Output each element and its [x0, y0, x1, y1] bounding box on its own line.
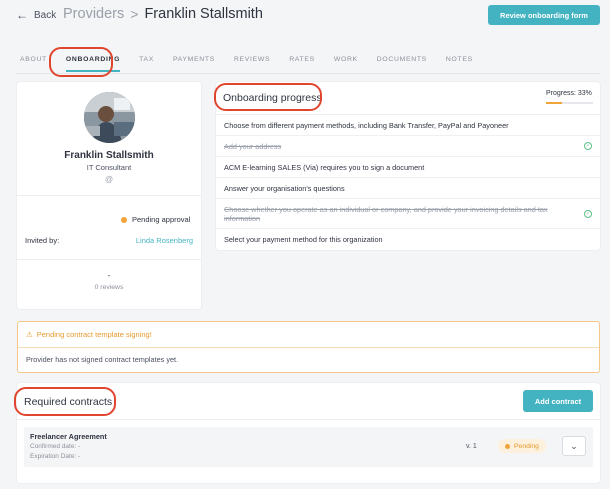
check-icon: ✓: [584, 209, 592, 218]
list-item[interactable]: Answer your organisation's questions: [216, 177, 600, 198]
contract-expiration-date: Expiration Date: -: [30, 453, 81, 460]
email-at-icon[interactable]: @: [17, 175, 201, 184]
tab-notes[interactable]: NOTES: [446, 52, 473, 74]
rating-value: -: [107, 271, 111, 280]
add-contract-button[interactable]: Add contract: [523, 390, 593, 412]
contract-status-badge: Pending: [498, 439, 546, 453]
divider: [17, 195, 201, 196]
tab-rates[interactable]: RATES: [289, 52, 315, 74]
page-title: Franklin Stallsmith: [144, 6, 263, 22]
tab-about[interactable]: ABOUT: [20, 52, 47, 74]
onboarding-title: Onboarding progress: [223, 92, 322, 104]
contract-row[interactable]: Freelancer Agreement Confirmed date: - E…: [24, 427, 593, 467]
invited-by-link[interactable]: Linda Rosenberg: [136, 236, 193, 245]
list-item[interactable]: ACM E-learning SALES (Via) requires you …: [216, 156, 600, 177]
contract-confirmed-date: Confirmed date: -: [30, 443, 81, 450]
avatar-photo-icon: [84, 92, 135, 143]
alert-body: Provider has not signed contract templat…: [26, 355, 179, 364]
list-item[interactable]: Choose from different payment methods, i…: [216, 114, 600, 135]
warning-icon: ⚠: [26, 330, 33, 339]
tab-bar: ABOUT ONBOARDING TAX PAYMENTS REVIEWS RA…: [20, 52, 492, 74]
tabs-divider: [16, 73, 600, 74]
divider: [18, 347, 599, 348]
list-item-text: Choose whether you operate as an individ…: [224, 204, 548, 223]
list-item-text: ACM E-learning SALES (Via) requires you …: [224, 162, 425, 172]
tab-payments[interactable]: PAYMENTS: [173, 52, 215, 74]
onboarding-list: Choose from different payment methods, i…: [216, 114, 600, 250]
list-item[interactable]: Select your payment method for this orga…: [216, 228, 600, 250]
check-icon: ✓: [584, 142, 592, 150]
list-item[interactable]: Choose whether you operate as an individ…: [216, 198, 600, 228]
contract-name: Freelancer Agreement: [30, 432, 107, 441]
top-bar: ← Back Providers > Franklin Stallsmith R…: [0, 0, 610, 38]
list-item-text: Add your address: [224, 141, 282, 151]
breadcrumb: Providers > Franklin Stallsmith: [63, 6, 263, 22]
list-item-text: Answer your organisation's questions: [224, 183, 345, 193]
profile-role: IT Consultant: [86, 163, 132, 172]
pending-dot-icon: [505, 443, 510, 449]
progress-bar-fill: [546, 102, 562, 104]
tab-onboarding[interactable]: ONBOARDING: [65, 52, 121, 74]
contract-status-label: Pending: [514, 442, 539, 450]
breadcrumb-separator: >: [130, 6, 139, 22]
chevron-down-icon[interactable]: ⌄: [562, 436, 586, 456]
list-item-text: Select your payment method for this orga…: [224, 235, 383, 244]
alert-header: ⚠ Pending contract template signing!: [26, 330, 152, 339]
avatar: [84, 92, 135, 143]
tab-tax[interactable]: TAX: [139, 52, 154, 74]
back-label: Back: [34, 9, 57, 21]
tab-work[interactable]: WORK: [334, 52, 358, 74]
pending-contract-alert: ⚠ Pending contract template signing! Pro…: [17, 321, 600, 373]
divider: [17, 259, 201, 260]
back-button[interactable]: ← Back: [16, 9, 56, 21]
divider: [17, 419, 600, 420]
alert-title: Pending contract template signing!: [36, 330, 152, 339]
review-onboarding-form-button[interactable]: Review onboarding form: [488, 5, 600, 25]
required-contracts-card: Required contracts Add contract Freelanc…: [17, 383, 600, 483]
tab-reviews[interactable]: REVIEWS: [234, 52, 270, 74]
contract-version: v. 1: [466, 443, 477, 450]
list-item[interactable]: Add your address ✓: [216, 135, 600, 156]
breadcrumb-providers[interactable]: Providers: [63, 6, 124, 22]
tab-documents[interactable]: DOCUMENTS: [377, 52, 427, 74]
reviews-count: 0 reviews: [94, 284, 124, 291]
back-arrow-icon: ←: [16, 8, 28, 22]
status-label: Pending approval: [132, 215, 191, 224]
list-item-text: Choose from different payment methods, i…: [224, 120, 509, 130]
profile-card: Franklin Stallsmith IT Consultant @ Pend…: [17, 82, 201, 309]
progress-bar: [546, 102, 593, 104]
status-badge: Pending approval: [121, 215, 190, 224]
contracts-title: Required contracts: [24, 396, 113, 408]
profile-name: Franklin Stallsmith: [64, 150, 154, 161]
invited-by-label: Invited by:: [25, 236, 60, 245]
progress-label: Progress: 33%: [546, 90, 592, 97]
pending-dot-icon: [121, 216, 127, 223]
onboarding-card: Onboarding progress Progress: 33% Choose…: [216, 82, 600, 250]
